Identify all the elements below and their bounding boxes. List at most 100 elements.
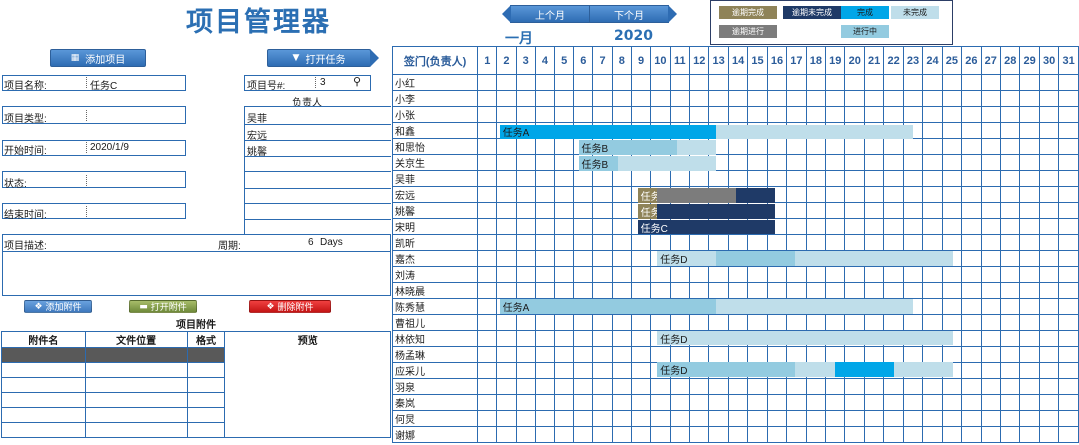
- gantt-day-cell[interactable]: [902, 298, 924, 315]
- gantt-day-cell[interactable]: [708, 122, 729, 139]
- gantt-day-cell[interactable]: [554, 314, 575, 331]
- gantt-day-cell[interactable]: [669, 138, 690, 155]
- gantt-day-cell[interactable]: [786, 202, 807, 219]
- gantt-day-cell[interactable]: [1058, 202, 1079, 219]
- gantt-day-cell[interactable]: [922, 218, 943, 235]
- attachment-cell[interactable]: [1, 422, 86, 438]
- gantt-day-cell[interactable]: [534, 138, 556, 155]
- gantt-day-cell[interactable]: [902, 362, 924, 379]
- gantt-day-cell[interactable]: [534, 154, 556, 171]
- gantt-day-cell[interactable]: [534, 394, 556, 411]
- gantt-day-cell[interactable]: [688, 202, 710, 219]
- table-row[interactable]: 凯昕: [391, 234, 1079, 251]
- gantt-day-cell[interactable]: [922, 346, 943, 363]
- gantt-day-cell[interactable]: [922, 122, 943, 139]
- gantt-day-cell[interactable]: [999, 106, 1021, 123]
- gantt-day-cell[interactable]: [902, 234, 924, 251]
- gantt-day-cell[interactable]: [496, 106, 517, 123]
- gantt-day-cell[interactable]: [922, 410, 943, 427]
- gantt-day-cell[interactable]: [747, 202, 768, 219]
- gantt-day-cell[interactable]: [630, 378, 652, 395]
- gantt-day-cell[interactable]: [1058, 410, 1079, 427]
- gantt-day-cell[interactable]: [747, 298, 768, 315]
- gantt-day-cell[interactable]: [961, 410, 982, 427]
- gantt-day-cell[interactable]: [1038, 106, 1060, 123]
- employee-name[interactable]: 宋明: [391, 218, 479, 235]
- gantt-day-cell[interactable]: [611, 426, 632, 443]
- gantt-day-cell[interactable]: [961, 202, 982, 219]
- gantt-day-cell[interactable]: [554, 202, 575, 219]
- gantt-day-cell[interactable]: [805, 106, 827, 123]
- gantt-day-cell[interactable]: [941, 250, 963, 267]
- gantt-day-cell[interactable]: [766, 74, 788, 91]
- gantt-day-cell[interactable]: [554, 410, 575, 427]
- gantt-day-cell[interactable]: [863, 218, 885, 235]
- gantt-day-cell[interactable]: [902, 186, 924, 203]
- gantt-day-cell[interactable]: [805, 154, 827, 171]
- gantt-day-cell[interactable]: [999, 282, 1021, 299]
- gantt-day-cell[interactable]: [766, 426, 788, 443]
- gantt-day-cell[interactable]: [1038, 330, 1060, 347]
- employee-name[interactable]: 和思怡: [391, 138, 479, 155]
- gantt-day-cell[interactable]: [1038, 298, 1060, 315]
- gantt-day-cell[interactable]: [650, 394, 671, 411]
- gantt-day-cell[interactable]: [999, 346, 1021, 363]
- attachment-cell[interactable]: [186, 407, 226, 423]
- gantt-day-cell[interactable]: [844, 106, 865, 123]
- employee-name[interactable]: 林依知: [391, 330, 479, 347]
- gantt-day-cell[interactable]: [534, 330, 556, 347]
- gantt-day-cell[interactable]: [980, 410, 1001, 427]
- gantt-day-cell[interactable]: [786, 74, 807, 91]
- gantt-day-cell[interactable]: [515, 426, 536, 443]
- employee-name[interactable]: 秦岚: [391, 394, 479, 411]
- gantt-day-cell[interactable]: [786, 330, 807, 347]
- attachment-cell[interactable]: [84, 377, 188, 393]
- gantt-day-cell[interactable]: [902, 74, 924, 91]
- gantt-day-cell[interactable]: [786, 154, 807, 171]
- employee-name[interactable]: 曹祖儿: [391, 314, 479, 331]
- gantt-day-cell[interactable]: [592, 234, 613, 251]
- gantt-day-cell[interactable]: [515, 410, 536, 427]
- gantt-day-cell[interactable]: [611, 106, 632, 123]
- gantt-day-cell[interactable]: [630, 122, 652, 139]
- gantt-day-cell[interactable]: [747, 266, 768, 283]
- gantt-day-cell[interactable]: [980, 122, 1001, 139]
- gantt-day-cell[interactable]: [766, 202, 788, 219]
- gantt-day-cell[interactable]: [477, 266, 498, 283]
- gantt-day-cell[interactable]: [1038, 218, 1060, 235]
- gantt-day-cell[interactable]: [999, 154, 1021, 171]
- gantt-day-cell[interactable]: [961, 394, 982, 411]
- gantt-day-cell[interactable]: [1058, 74, 1079, 91]
- owner-item[interactable]: 宏远: [247, 127, 267, 142]
- gantt-day-cell[interactable]: [573, 362, 594, 379]
- employee-name[interactable]: 应采儿: [391, 362, 479, 379]
- gantt-day-cell[interactable]: [999, 122, 1021, 139]
- employee-name[interactable]: 刘涛: [391, 266, 479, 283]
- gantt-day-cell[interactable]: [515, 106, 536, 123]
- gantt-day-cell[interactable]: [708, 202, 729, 219]
- gantt-day-cell[interactable]: [941, 298, 963, 315]
- gantt-day-cell[interactable]: [708, 170, 729, 187]
- gantt-day-cell[interactable]: [592, 74, 613, 91]
- gantt-day-cell[interactable]: [573, 234, 594, 251]
- gantt-day-cell[interactable]: [863, 362, 885, 379]
- gantt-day-cell[interactable]: [999, 234, 1021, 251]
- gantt-day-cell[interactable]: [1038, 202, 1060, 219]
- gantt-day-cell[interactable]: [941, 154, 963, 171]
- gantt-day-cell[interactable]: [477, 218, 498, 235]
- gantt-day-cell[interactable]: [554, 234, 575, 251]
- gantt-day-cell[interactable]: [786, 138, 807, 155]
- gantt-day-cell[interactable]: [515, 138, 536, 155]
- employee-name[interactable]: 姚馨: [391, 202, 479, 219]
- gantt-day-cell[interactable]: [766, 138, 788, 155]
- gantt-day-cell[interactable]: [630, 106, 652, 123]
- gantt-day-cell[interactable]: [708, 282, 729, 299]
- gantt-day-cell[interactable]: [999, 74, 1021, 91]
- gantt-day-cell[interactable]: [727, 170, 749, 187]
- gantt-day-cell[interactable]: [961, 186, 982, 203]
- gantt-day-cell[interactable]: [805, 138, 827, 155]
- gantt-day-cell[interactable]: [863, 426, 885, 443]
- gantt-day-cell[interactable]: [1038, 186, 1060, 203]
- gantt-day-cell[interactable]: [747, 426, 768, 443]
- gantt-day-cell[interactable]: [1019, 394, 1040, 411]
